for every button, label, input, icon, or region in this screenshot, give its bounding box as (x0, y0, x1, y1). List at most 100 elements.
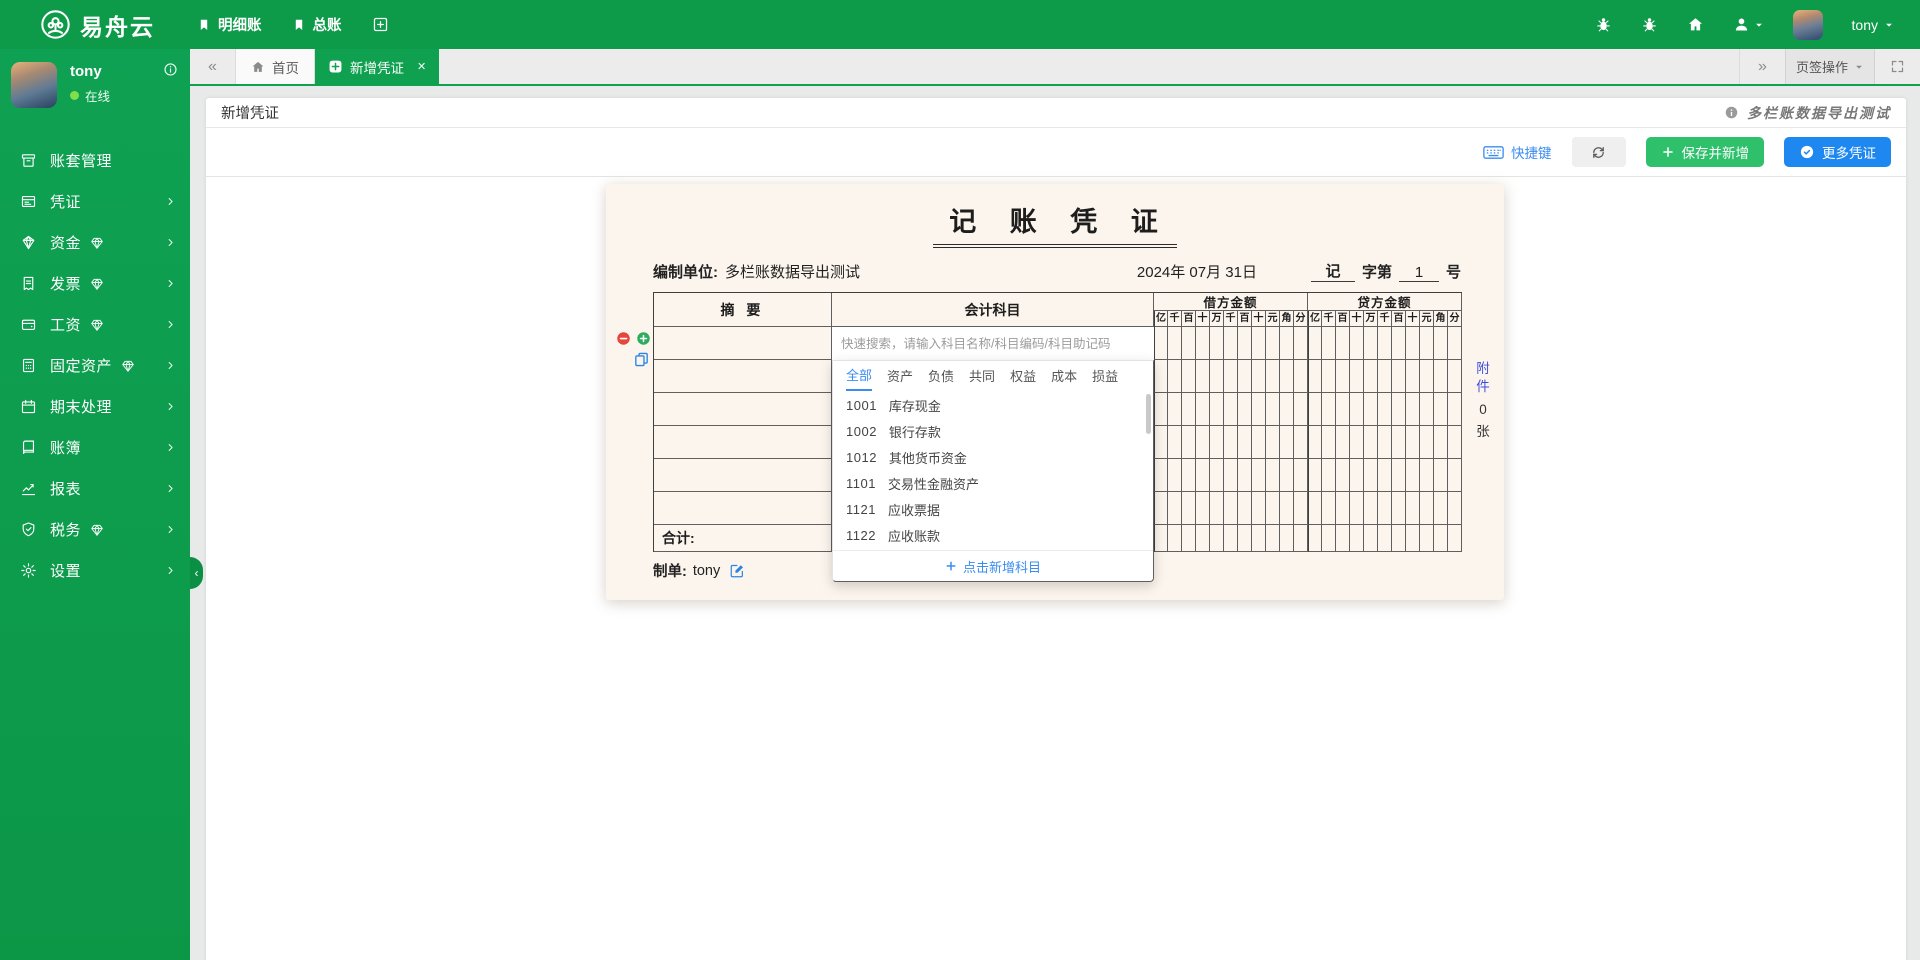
debit-amount-cell[interactable] (1154, 459, 1168, 492)
credit-amount-cell[interactable] (1308, 492, 1322, 525)
info-circle-icon[interactable] (163, 62, 178, 77)
remove-row-icon[interactable] (616, 331, 631, 346)
debit-amount-cell[interactable] (1182, 492, 1196, 525)
credit-amount-cell[interactable] (1322, 327, 1336, 360)
credit-amount-cell[interactable] (1308, 426, 1322, 459)
bug-icon[interactable] (1595, 16, 1612, 33)
debit-amount-cell[interactable] (1210, 492, 1224, 525)
credit-amount-cell[interactable] (1364, 459, 1378, 492)
debit-amount-cell[interactable] (1154, 327, 1168, 360)
credit-amount-cell[interactable] (1448, 393, 1462, 426)
debit-amount-cell[interactable] (1266, 459, 1280, 492)
info-circle-icon[interactable] (1724, 105, 1739, 120)
credit-amount-cell[interactable] (1434, 393, 1448, 426)
debit-amount-cell[interactable] (1168, 426, 1182, 459)
debit-amount-cell[interactable] (1266, 393, 1280, 426)
nav-menu-detail-ledger[interactable]: 明细账 (197, 14, 262, 35)
credit-amount-cell[interactable] (1434, 426, 1448, 459)
voucher-date[interactable]: 2024年 07月 31日 (1137, 261, 1257, 282)
bug-icon[interactable] (1641, 16, 1658, 33)
credit-amount-cell[interactable] (1350, 426, 1364, 459)
credit-amount-cell[interactable] (1364, 426, 1378, 459)
debit-amount-cell[interactable] (1182, 459, 1196, 492)
brand[interactable]: 易舟云 (40, 8, 155, 42)
credit-amount-cell[interactable] (1434, 492, 1448, 525)
sidebar-item-tax[interactable]: 税务 (0, 509, 190, 550)
sidebar-item-vouchers[interactable]: 凭证 (0, 181, 190, 222)
debit-amount-cell[interactable] (1294, 426, 1308, 459)
tabs-scroll-right-icon[interactable]: » (1739, 49, 1785, 84)
save-and-new-button[interactable]: 保存并新增 (1646, 137, 1765, 167)
credit-amount-cell[interactable] (1392, 492, 1406, 525)
debit-amount-cell[interactable] (1252, 459, 1266, 492)
sidebar-item-account-sets[interactable]: 账套管理 (0, 140, 190, 181)
debit-amount-cell[interactable] (1238, 360, 1252, 393)
nav-menu-add-tab[interactable] (372, 16, 389, 33)
debit-amount-cell[interactable] (1238, 492, 1252, 525)
close-icon[interactable]: ✕ (417, 60, 426, 73)
credit-amount-cell[interactable] (1308, 327, 1322, 360)
add-account-button[interactable]: 点击新增科目 (833, 550, 1153, 581)
account-option-1001[interactable]: 1001库存现金 (833, 392, 1153, 418)
fullscreen-icon[interactable] (1875, 49, 1920, 84)
debit-amount-cell[interactable] (1238, 393, 1252, 426)
debit-amount-cell[interactable] (1196, 393, 1210, 426)
shortcut-keys-button[interactable]: 快捷键 (1483, 142, 1552, 162)
credit-amount-cell[interactable] (1364, 492, 1378, 525)
copy-row-icon[interactable] (633, 351, 650, 368)
debit-amount-cell[interactable] (1210, 360, 1224, 393)
summary-cell[interactable] (654, 492, 832, 525)
debit-amount-cell[interactable] (1252, 492, 1266, 525)
credit-amount-cell[interactable] (1364, 327, 1378, 360)
debit-amount-cell[interactable] (1266, 327, 1280, 360)
credit-amount-cell[interactable] (1406, 393, 1420, 426)
debit-amount-cell[interactable] (1224, 393, 1238, 426)
sidebar-item-ledgers[interactable]: 账簿 (0, 427, 190, 468)
avatar[interactable] (11, 62, 57, 108)
sidebar-item-settings[interactable]: 设置 (0, 550, 190, 591)
credit-amount-cell[interactable] (1448, 360, 1462, 393)
credit-amount-cell[interactable] (1406, 360, 1420, 393)
debit-amount-cell[interactable] (1182, 327, 1196, 360)
credit-amount-cell[interactable] (1322, 360, 1336, 393)
attachment-link[interactable]: 附件 (1476, 360, 1490, 396)
scrollbar-thumb[interactable] (1146, 394, 1151, 434)
credit-amount-cell[interactable] (1448, 327, 1462, 360)
credit-amount-cell[interactable] (1392, 327, 1406, 360)
account-tab-权益[interactable]: 权益 (1010, 363, 1036, 390)
credit-amount-cell[interactable] (1420, 426, 1434, 459)
account-option-1002[interactable]: 1002银行存款 (833, 418, 1153, 444)
sidebar-item-reports[interactable]: 报表 (0, 468, 190, 509)
home-icon[interactable] (1687, 16, 1704, 33)
credit-amount-cell[interactable] (1322, 459, 1336, 492)
debit-amount-cell[interactable] (1238, 426, 1252, 459)
debit-amount-cell[interactable] (1196, 459, 1210, 492)
debit-amount-cell[interactable] (1266, 492, 1280, 525)
credit-amount-cell[interactable] (1420, 393, 1434, 426)
credit-amount-cell[interactable] (1448, 426, 1462, 459)
sidebar-item-period-end[interactable]: 期末处理 (0, 386, 190, 427)
account-option-1101[interactable]: 1101交易性金融资产 (833, 470, 1153, 496)
credit-amount-cell[interactable] (1322, 492, 1336, 525)
debit-amount-cell[interactable] (1154, 426, 1168, 459)
debit-amount-cell[interactable] (1224, 426, 1238, 459)
sidebar-item-fixed-assets[interactable]: 固定资产 (0, 345, 190, 386)
tabs-scroll-left-icon[interactable]: « (190, 49, 236, 84)
debit-amount-cell[interactable] (1266, 360, 1280, 393)
credit-amount-cell[interactable] (1350, 327, 1364, 360)
debit-amount-cell[interactable] (1210, 426, 1224, 459)
account-option-1121[interactable]: 1121应收票据 (833, 496, 1153, 522)
debit-amount-cell[interactable] (1294, 393, 1308, 426)
credit-amount-cell[interactable] (1322, 426, 1336, 459)
credit-amount-cell[interactable] (1350, 360, 1364, 393)
credit-amount-cell[interactable] (1378, 327, 1392, 360)
account-tab-负债[interactable]: 负债 (928, 363, 954, 390)
credit-amount-cell[interactable] (1420, 459, 1434, 492)
navbar-username[interactable]: tony (1852, 17, 1894, 33)
credit-amount-cell[interactable] (1448, 459, 1462, 492)
debit-amount-cell[interactable] (1196, 360, 1210, 393)
credit-amount-cell[interactable] (1308, 459, 1322, 492)
credit-amount-cell[interactable] (1420, 327, 1434, 360)
credit-amount-cell[interactable] (1406, 426, 1420, 459)
credit-amount-cell[interactable] (1434, 360, 1448, 393)
